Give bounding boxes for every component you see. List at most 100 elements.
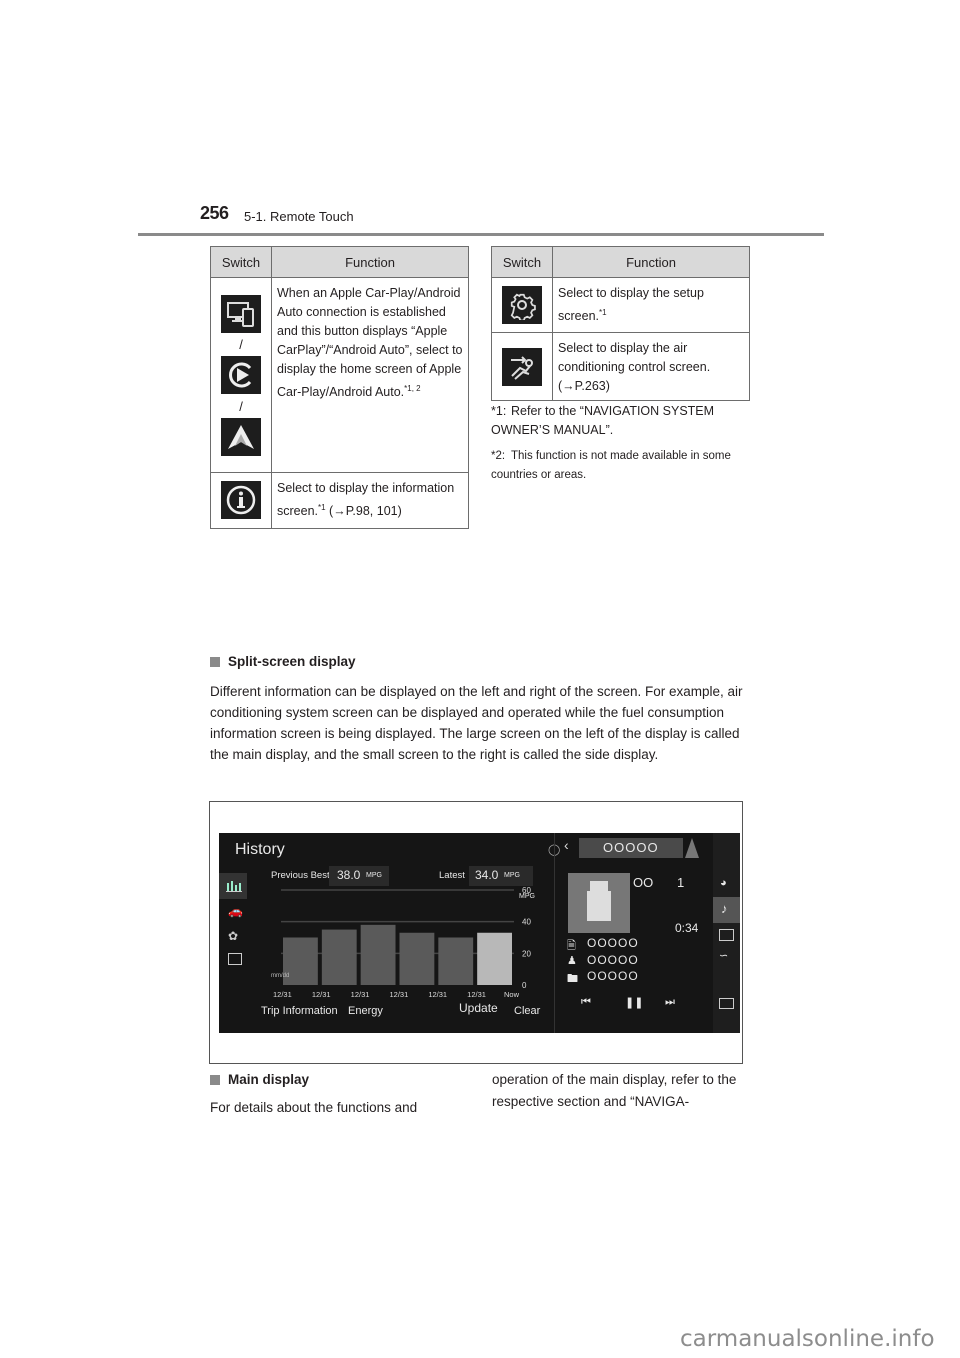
- x-tick-label: 12/31: [351, 990, 370, 999]
- video-icon[interactable]: [719, 998, 734, 1009]
- page-reference-link[interactable]: (→P.98, 101): [329, 504, 402, 518]
- update-button[interactable]: Update: [459, 1001, 498, 1015]
- source-title: OOOOO: [603, 840, 659, 855]
- column-header-switch: Switch: [210, 246, 272, 278]
- footnote-label: *1:: [491, 404, 507, 418]
- y-tick-label: 40: [522, 918, 531, 927]
- table-header-row: Switch Function: [491, 246, 750, 278]
- elapsed-time: 0:34: [675, 921, 699, 935]
- next-source-button[interactable]: [685, 838, 699, 858]
- switch-cell: [210, 472, 272, 529]
- function-cell: Select to display the information screen…: [271, 472, 469, 529]
- track-label: OO: [633, 875, 654, 890]
- split-screen-paragraph: Different information can be displayed o…: [210, 684, 743, 762]
- artist-name: OOOOO: [587, 953, 639, 967]
- footnote-ref: *1: [599, 308, 607, 317]
- function-cell: Select to display the setup screen.*1: [552, 277, 750, 333]
- page-reference-link[interactable]: (→P.263): [558, 379, 610, 393]
- function-text: Select to display the air conditioning c…: [558, 341, 711, 374]
- info-icon: [221, 481, 261, 519]
- fuel-history-chart: 020406012/31 12/31 12/31 12/31 12/31 12/31 Now: [273, 886, 531, 999]
- switch-cell: [491, 277, 553, 333]
- table-row: / / When an Apple Car-Play/Android Auto …: [210, 277, 469, 473]
- album-art-usb-icon: [568, 873, 630, 933]
- navigation-icon[interactable]: ◕: [720, 877, 727, 889]
- function-cell: When an Apple Car-Play/Android Auto conn…: [271, 277, 469, 473]
- footnote-2: *2: This function is not made available i…: [491, 447, 751, 485]
- artist-icon: ♟: [567, 955, 577, 967]
- bullet-square-icon: [210, 656, 220, 667]
- trip-information-button[interactable]: Trip Information: [261, 1005, 338, 1017]
- section-title: 5-1. Remote Touch: [244, 209, 354, 224]
- x-tick-label: 12/31: [312, 990, 331, 999]
- switch-cell: / /: [210, 277, 272, 473]
- bullet-square-icon: [210, 1074, 220, 1085]
- function-cell: Select to display the air conditioning c…: [552, 332, 750, 401]
- bar: [321, 929, 357, 985]
- settings-gear-icon: [502, 286, 542, 324]
- song-title: OOOOO: [587, 936, 639, 950]
- bar: [438, 937, 474, 985]
- y-axis-unit: MPG: [519, 893, 535, 900]
- main-display-paragraph-right: operation of the main display, refer to …: [492, 1072, 737, 1109]
- watermark: carmanualsonline.info: [680, 1326, 935, 1352]
- album-name: OOOOO: [587, 969, 639, 983]
- column-header-switch: Switch: [491, 246, 553, 278]
- page-number: 256: [200, 203, 229, 223]
- column-header-function: Function: [552, 246, 750, 278]
- x-tick-label: 12/31: [390, 990, 409, 999]
- previous-source-button[interactable]: ‹: [564, 837, 569, 853]
- function-text: Select to display the setup screen.: [558, 286, 704, 324]
- function-text: When an Apple Car-Play/Android Auto conn…: [277, 286, 463, 400]
- split-screen-heading: Split-screen display: [210, 654, 356, 669]
- x-axis-label: mm/dd: [271, 973, 290, 979]
- switch-function-table-left: Switch Function / / When an Apple Car-Pl…: [210, 246, 469, 529]
- climate-icon[interactable]: ∽: [719, 949, 728, 962]
- carplay-play-icon: [221, 355, 261, 394]
- bar: [399, 932, 435, 985]
- pause-icon[interactable]: ❚❚: [625, 996, 643, 1009]
- bar: [360, 924, 396, 985]
- heading-text: Main display: [228, 1072, 310, 1087]
- energy-button[interactable]: Energy: [348, 1005, 383, 1017]
- source-title-bar: OOOOO: [579, 838, 683, 858]
- y-tick-label: 0: [522, 981, 527, 990]
- header-divider: [138, 233, 824, 236]
- clear-button[interactable]: Clear: [514, 1005, 540, 1017]
- footnote-ref: *1: [318, 503, 326, 512]
- android-auto-icon: [221, 417, 261, 456]
- folder-icon: 🖿: [567, 973, 578, 985]
- fuel-chart-icon[interactable]: [719, 929, 734, 941]
- apple-carplay-android-auto-icon: [221, 294, 261, 333]
- footnote-label: *2:: [491, 450, 506, 462]
- x-tick-label: 12/31: [428, 990, 447, 999]
- table-header-row: Switch Function: [210, 246, 469, 278]
- main-display-heading: Main display: [210, 1072, 309, 1087]
- x-tick-label: 12/31: [467, 990, 486, 999]
- slash-separator: /: [239, 398, 243, 414]
- x-tick-label-now: Now: [504, 990, 520, 999]
- track-number: 1: [677, 875, 685, 890]
- footnote-text: This function is not made available in s…: [491, 450, 731, 481]
- footnote-ref: *1, 2: [404, 384, 421, 393]
- air-conditioning-seat-icon: [502, 347, 542, 386]
- table-row: Select to display the air conditioning c…: [491, 332, 750, 401]
- switch-function-table-right: Switch Function Select to display the se…: [491, 246, 750, 401]
- footnote-1: *1: Refer to the “NAVIGATION SYSTEM OWNER…: [491, 402, 751, 440]
- table-row: Select to display the setup screen.*1: [491, 277, 750, 333]
- switch-cell: [491, 332, 553, 401]
- bar: [477, 932, 512, 985]
- split-screen-display: History ◯ 🚗 ✿ Previous Best 38.0 MPG Lat…: [219, 833, 740, 1033]
- footnote-text: Refer to the “NAVIGATION SYSTEM OWNER’S …: [491, 404, 715, 437]
- main-display-paragraph-left: For details about the functions and: [210, 1100, 418, 1115]
- y-tick-label: 20: [522, 949, 531, 958]
- x-tick-label: 12/31: [273, 990, 292, 999]
- music-note-icon[interactable]: ♪: [713, 897, 740, 923]
- table-row: Select to display the information screen…: [210, 472, 469, 529]
- display-divider: [554, 833, 555, 1033]
- slash-separator: /: [239, 336, 243, 352]
- heading-text: Split-screen display: [228, 654, 356, 669]
- side-sidebar: ◕ ♪ ∽: [713, 833, 740, 1033]
- next-track-icon[interactable]: ⏭: [665, 996, 675, 1009]
- previous-track-icon[interactable]: ⏮: [581, 996, 591, 1009]
